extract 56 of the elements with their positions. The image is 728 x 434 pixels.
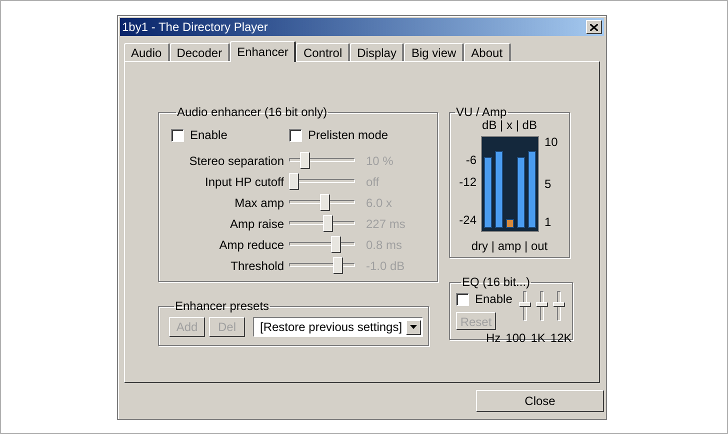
eq-slider-thumb[interactable] (536, 302, 548, 308)
slider-thumb[interactable] (320, 194, 330, 211)
slider[interactable] (289, 236, 355, 253)
group-title: EQ (16 bit...) (461, 276, 532, 288)
scale-label: 5 (544, 178, 552, 190)
group-title: Audio enhancer (16 bit only) (176, 106, 328, 118)
checkbox-label: Enable (475, 291, 512, 308)
scale-label: 10 (544, 136, 558, 148)
meter-header: dB | x | dB (482, 118, 537, 132)
slider[interactable] (289, 257, 355, 274)
eq-label: Hz (486, 332, 501, 344)
group-title: Enhancer presets (174, 300, 270, 312)
slider-label: Stereo separation (188, 152, 284, 170)
tab[interactable]: Decoder (170, 43, 230, 61)
tab[interactable]: Enhancer (230, 41, 296, 62)
tab[interactable]: Control (296, 43, 350, 61)
checkbox[interactable] (289, 128, 302, 142)
window-title: 1by1 - The Directory Player (122, 21, 268, 33)
tab[interactable]: About (464, 43, 511, 61)
checkbox[interactable] (456, 292, 469, 306)
scale-label: -12 (459, 176, 476, 188)
eq-slider-thumb[interactable] (519, 302, 531, 308)
slider-label: Max amp (234, 194, 284, 212)
slider-thumb[interactable] (322, 215, 333, 232)
slider[interactable] (289, 215, 355, 232)
slider[interactable] (289, 173, 355, 190)
group-title: VU / Amp (455, 106, 508, 118)
slider-thumb[interactable] (332, 257, 343, 274)
meter-footer: dry | amp | out (471, 237, 548, 255)
preset-dropdown[interactable]: [Restore previous settings] (253, 317, 423, 337)
checkbox[interactable] (171, 128, 184, 142)
slider-label: Threshold (230, 258, 284, 274)
slider[interactable] (289, 152, 355, 169)
slider[interactable] (289, 194, 355, 211)
eq-label: 1K (530, 332, 546, 344)
eq-label: 100 (506, 332, 526, 344)
slider-thumb[interactable] (331, 236, 341, 253)
tab[interactable]: Big view (404, 43, 464, 61)
slider-thumb[interactable] (300, 152, 310, 169)
window-close-button[interactable] (586, 20, 602, 34)
scale-label: -24 (459, 214, 476, 226)
close-icon (590, 24, 598, 30)
eq-label: 12K (550, 332, 572, 344)
close-button[interactable]: Close (476, 390, 604, 412)
slider-label: Input HP cutoff (204, 174, 284, 190)
tab[interactable]: Display (350, 43, 404, 61)
slider-label: Amp raise (228, 216, 284, 232)
slider-label: Amp reduce (218, 236, 284, 254)
tab[interactable]: Audio (124, 43, 170, 61)
scale-label: -6 (466, 154, 476, 166)
checkbox-label: Prelisten mode (308, 127, 388, 144)
eq-slider-thumb[interactable] (553, 302, 565, 308)
dropdown-value: [Restore previous settings] (260, 319, 402, 336)
scale-label: 1 (544, 216, 552, 228)
checkbox-label: Enable (190, 127, 228, 144)
slider-thumb[interactable] (289, 173, 299, 190)
